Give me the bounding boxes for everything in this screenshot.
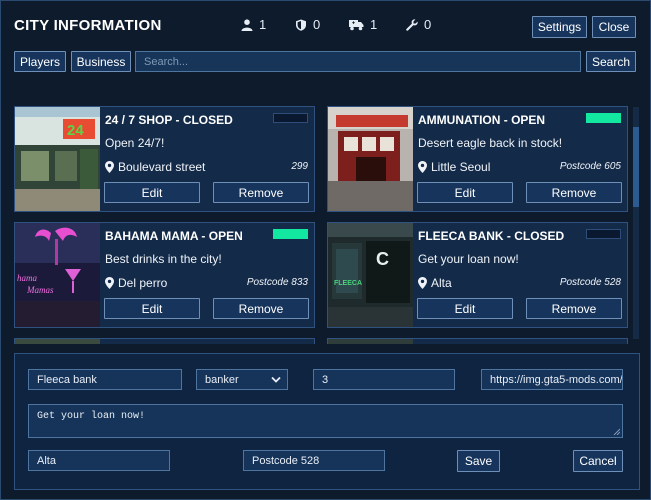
name-field[interactable]: Fleeca bank [28, 369, 182, 390]
location-text: Little Seoul [431, 160, 491, 174]
resize-handle-icon[interactable] [613, 428, 620, 435]
page-title: CITY INFORMATION [14, 17, 162, 34]
svg-text:24: 24 [67, 122, 84, 139]
business-card: AMMUNATION - OPEN Desert eagle back in s… [327, 106, 628, 212]
business-editor: Fleeca bank banker 3 https://img.gta5-mo… [14, 353, 640, 490]
edit-button[interactable]: Edit [104, 298, 200, 319]
description-textarea[interactable]: Get your loan now! [28, 404, 623, 438]
location-field[interactable]: Alta [28, 450, 170, 471]
business-image [15, 339, 100, 344]
business-description: Best drinks in the city! [105, 252, 222, 266]
remove-button[interactable]: Remove [213, 298, 309, 319]
police-count-value: 0 [313, 17, 321, 32]
business-description: Get your loan now! [418, 252, 519, 266]
settings-button[interactable]: Settings [532, 16, 587, 38]
mechanic-count: 0 [406, 17, 431, 32]
status-indicator [273, 229, 308, 239]
business-location: Alta [418, 276, 452, 290]
scrollbar-thumb[interactable] [633, 127, 639, 207]
edit-button[interactable]: Edit [417, 182, 513, 203]
location-text: Del perro [118, 276, 168, 290]
business-description: Desert eagle back in stock! [418, 136, 563, 150]
business-name: AMMUNATION - OPEN [418, 113, 546, 127]
svg-text:FLEECA: FLEECA [334, 280, 362, 287]
business-card [327, 338, 628, 344]
close-button[interactable]: Close [592, 16, 636, 38]
business-postcode: Postcode 605 [559, 161, 621, 172]
business-card [14, 338, 315, 344]
business-card: hama Mamas BAHAMA MAMA - OPEN Best drink… [14, 222, 315, 328]
business-tab[interactable]: Business [71, 51, 131, 72]
players-count-value: 1 [259, 17, 267, 32]
business-postcode: Postcode 528 [559, 277, 621, 288]
mechanic-count-value: 0 [424, 17, 432, 32]
map-pin-icon [105, 161, 114, 173]
search-button[interactable]: Search [586, 51, 636, 72]
svg-text:hama: hama [17, 273, 37, 283]
wrench-icon [406, 18, 418, 31]
svg-text:C: C [376, 249, 389, 269]
city-info-window: CITY INFORMATION 1 0 1 0 Settings Close … [0, 0, 651, 500]
job-select[interactable]: banker [196, 369, 288, 390]
job-select-value: banker [205, 373, 239, 386]
location-text: Boulevard street [118, 160, 206, 174]
number-field[interactable]: 3 [313, 369, 455, 390]
description-text: Get your loan now! [37, 411, 146, 422]
remove-button[interactable]: Remove [526, 182, 622, 203]
players-count: 1 [241, 17, 266, 32]
header: CITY INFORMATION 1 0 1 0 Settings Close [1, 1, 651, 49]
edit-button[interactable]: Edit [417, 298, 513, 319]
map-pin-icon [418, 161, 427, 173]
police-count: 0 [295, 17, 320, 32]
map-pin-icon [105, 277, 114, 289]
ems-count: 1 [349, 17, 377, 32]
user-icon [241, 18, 253, 31]
chevron-down-icon [271, 376, 281, 383]
remove-button[interactable]: Remove [213, 182, 309, 203]
status-indicator [586, 113, 621, 123]
image-url-field[interactable]: https://img.gta5-mods.com/q [481, 369, 623, 390]
truck-icon [349, 19, 364, 30]
business-location: Del perro [105, 276, 167, 290]
business-name: FLEECA BANK - CLOSED [418, 229, 565, 243]
status-indicator [273, 113, 308, 123]
status-indicator [586, 229, 621, 239]
business-image: 24 [15, 107, 100, 211]
edit-button[interactable]: Edit [104, 182, 200, 203]
business-postcode: 299 [291, 161, 308, 172]
save-button[interactable]: Save [457, 450, 500, 472]
search-input[interactable] [135, 51, 581, 72]
list-scrollbar[interactable] [633, 107, 639, 339]
business-image: hama Mamas [15, 223, 100, 327]
business-name: BAHAMA MAMA - OPEN [105, 229, 243, 243]
ems-count-value: 1 [370, 17, 378, 32]
business-location: Little Seoul [418, 160, 490, 174]
business-name: 24 / 7 SHOP - CLOSED [105, 113, 233, 127]
business-location: Boulevard street [105, 160, 205, 174]
postcode-field[interactable]: Postcode 528 [243, 450, 385, 471]
business-description: Open 24/7! [105, 136, 165, 150]
svg-text:Mamas: Mamas [26, 285, 54, 295]
business-image [328, 107, 413, 211]
business-image: C FLEECA [328, 223, 413, 327]
cancel-button[interactable]: Cancel [573, 450, 623, 472]
business-card: 24 24 / 7 SHOP - CLOSED Open 24/7! Boule… [14, 106, 315, 212]
players-tab[interactable]: Players [14, 51, 66, 72]
location-text: Alta [431, 276, 452, 290]
remove-button[interactable]: Remove [526, 298, 622, 319]
business-card: C FLEECA FLEECA BANK - CLOSED Get your l… [327, 222, 628, 328]
business-list: 24 24 / 7 SHOP - CLOSED Open 24/7! Boule… [14, 106, 640, 344]
business-image [328, 339, 413, 344]
business-postcode: Postcode 833 [246, 277, 308, 288]
map-pin-icon [418, 277, 427, 289]
shield-icon [296, 19, 306, 31]
